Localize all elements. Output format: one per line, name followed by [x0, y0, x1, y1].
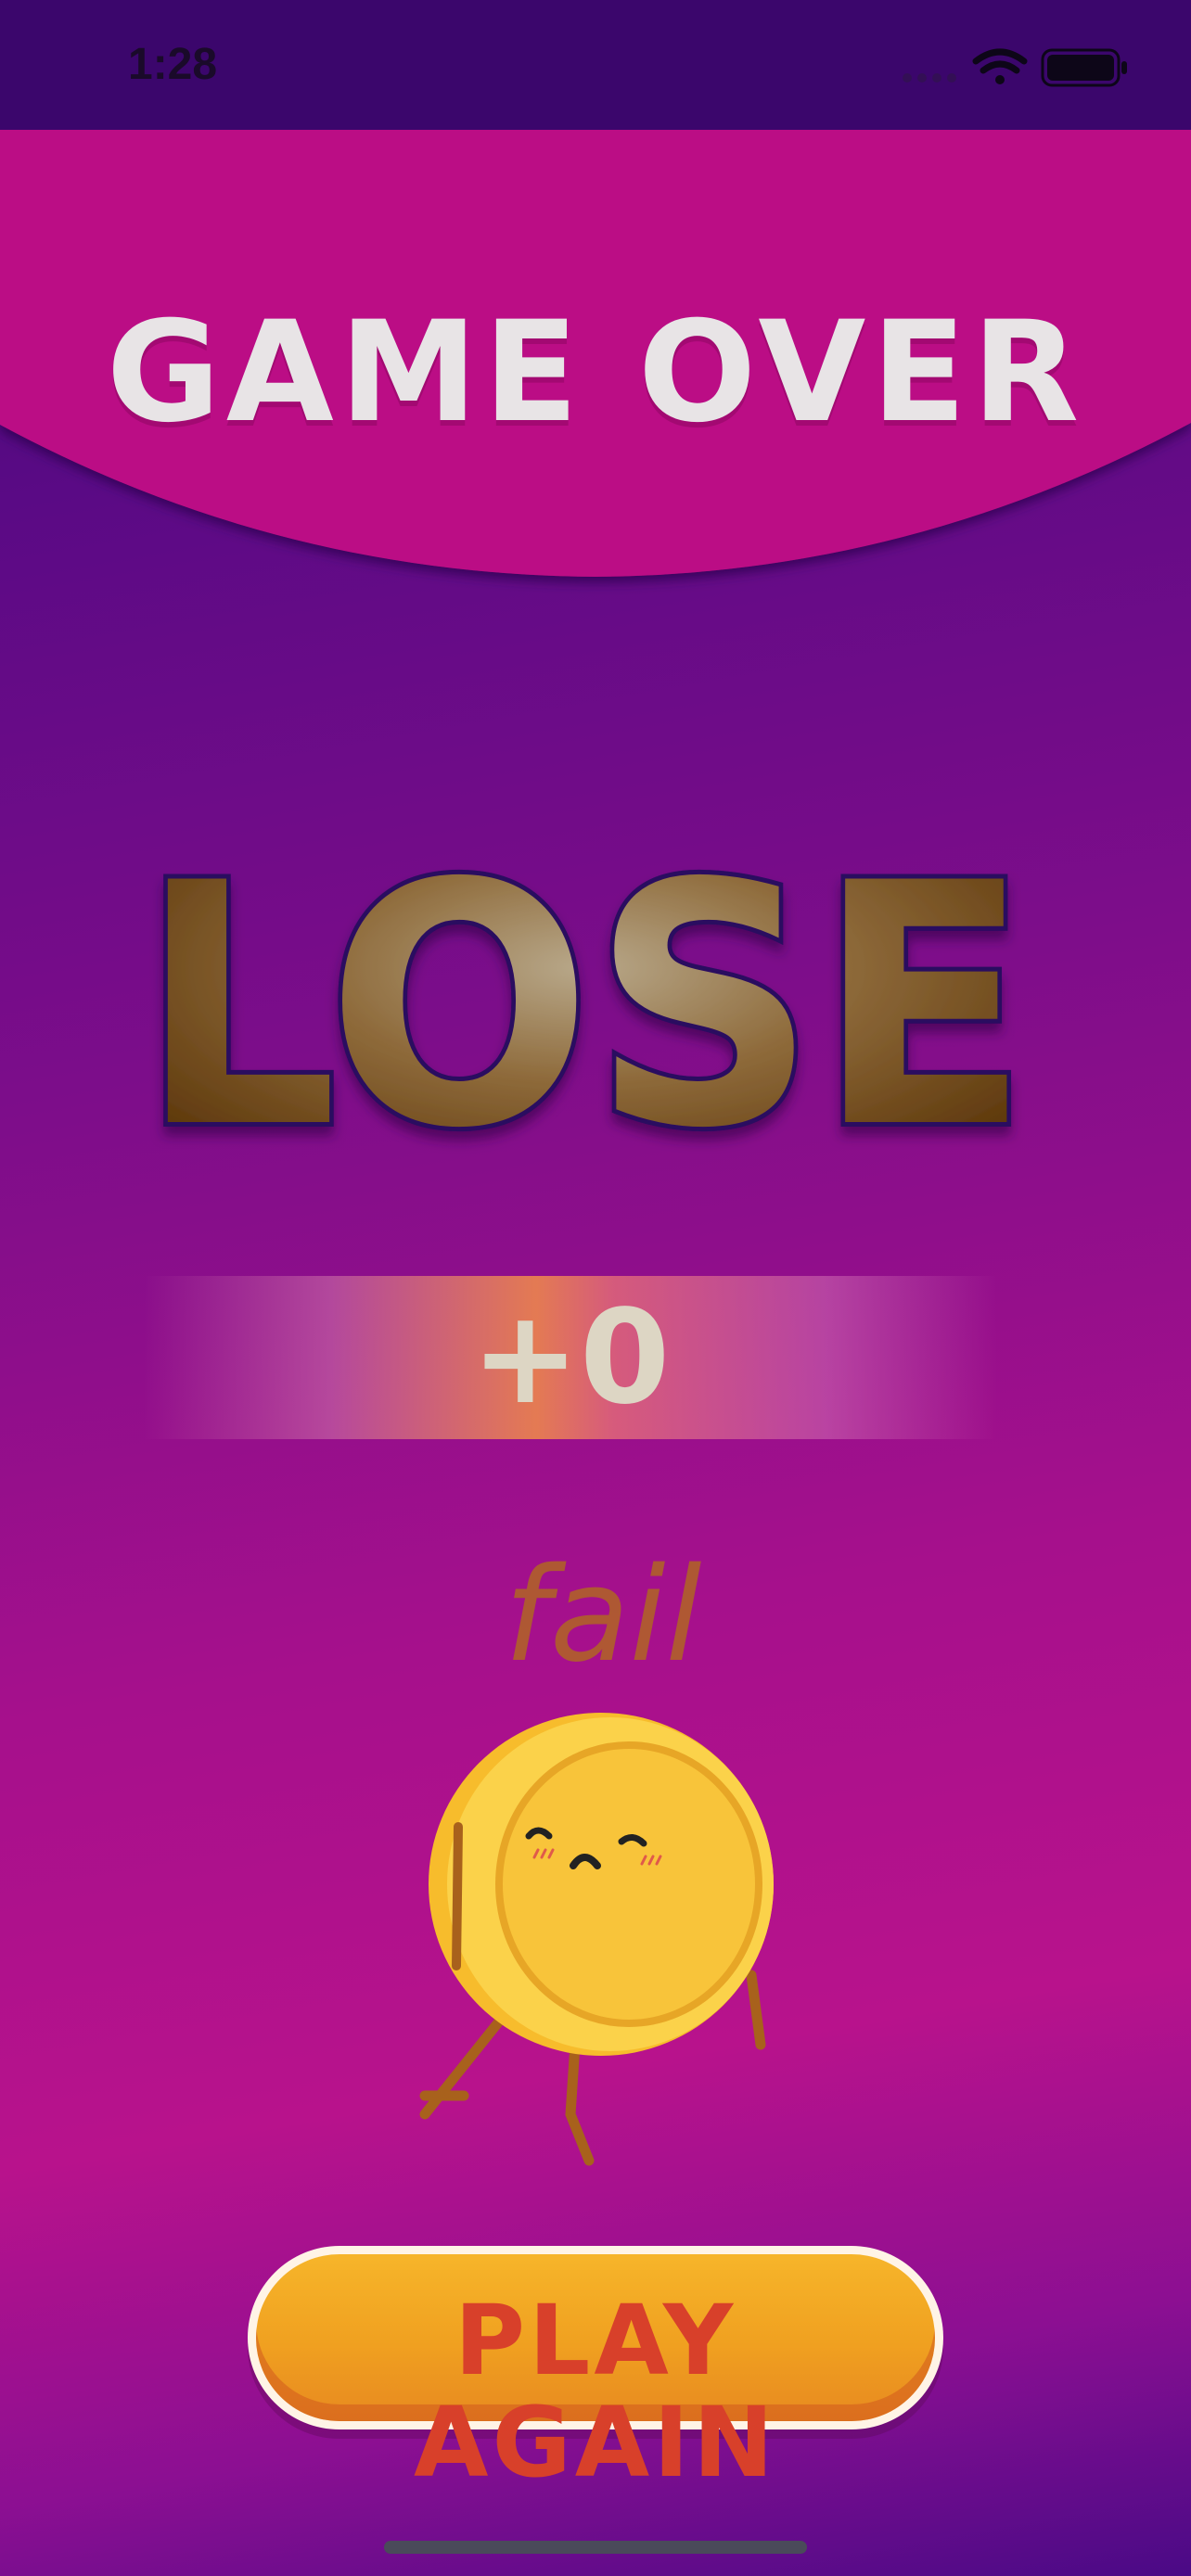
score-banner: +0 [144, 1276, 997, 1439]
play-again-button-face[interactable]: PLAY AGAIN [256, 2254, 935, 2493]
result-word: LOSE [134, 808, 1034, 1178]
sad-coin-mascot: fail [419, 1540, 774, 2166]
score-value: +0 [470, 1282, 671, 1434]
game-over-title: GAME OVER [106, 292, 1085, 453]
signal-dots-icon [903, 73, 956, 83]
home-indicator[interactable] [384, 2541, 807, 2554]
battery-icon [1041, 48, 1127, 87]
result-word-text: LOSE [139, 812, 1030, 1178]
play-again-label: PLAY AGAIN [413, 2284, 778, 2499]
status-bar: 1:28 [0, 0, 1191, 130]
wifi-icon [972, 48, 1028, 84]
status-time: 1:28 [128, 40, 218, 89]
fail-caption: fail [505, 1540, 702, 1691]
status-icons [903, 48, 1127, 87]
coin-body [429, 1713, 774, 2056]
play-again-button[interactable]: PLAY AGAIN [248, 2246, 943, 2493]
